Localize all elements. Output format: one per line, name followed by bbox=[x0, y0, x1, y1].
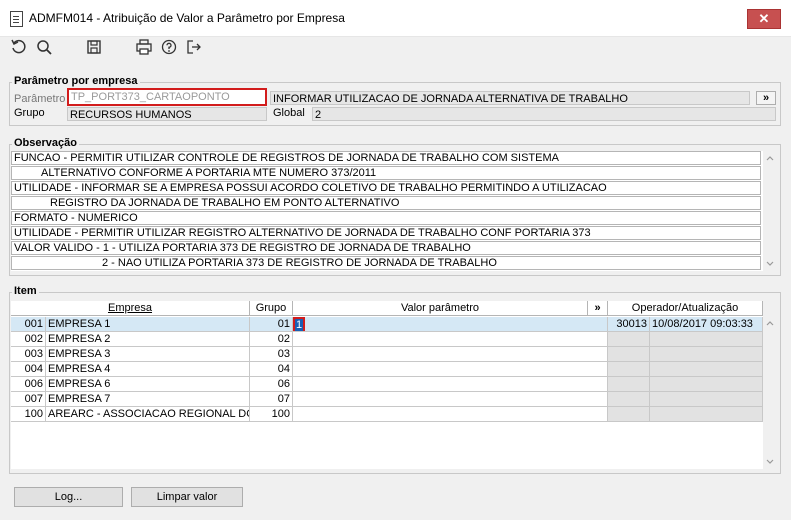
cell-operador bbox=[608, 362, 650, 377]
observacao-line: FUNCAO - PERMITIR UTILIZAR CONTROLE DE R… bbox=[11, 151, 761, 165]
toolbar bbox=[0, 37, 791, 61]
cell-empresa: EMPRESA 1 bbox=[46, 317, 250, 332]
cell-operador bbox=[608, 407, 650, 422]
log-button[interactable]: Log... bbox=[14, 487, 123, 507]
cell-cod: 006 bbox=[11, 377, 46, 392]
observacao-line: 2 - NAO UTILIZA PORTARIA 373 DE REGISTRO… bbox=[11, 256, 761, 270]
save-icon[interactable] bbox=[84, 37, 104, 57]
close-button[interactable]: ✕ bbox=[747, 9, 781, 29]
cell-data bbox=[650, 332, 763, 347]
search-icon[interactable] bbox=[34, 37, 54, 57]
cell-cod: 004 bbox=[11, 362, 46, 377]
header-valor[interactable]: Valor parâmetro bbox=[293, 301, 588, 316]
cell-data bbox=[650, 377, 763, 392]
print-icon[interactable] bbox=[134, 37, 154, 57]
limpar-valor-button[interactable]: Limpar valor bbox=[131, 487, 243, 507]
table-row[interactable]: 100 AREARC - ASSOCIACAO REGIONAL DOS 100 bbox=[11, 407, 763, 422]
table-row[interactable]: 006 EMPRESA 6 06 bbox=[11, 377, 763, 392]
cell-operador: 30013 bbox=[608, 317, 650, 332]
cell-cod: 003 bbox=[11, 347, 46, 362]
cell-valor-input[interactable] bbox=[293, 377, 608, 392]
cell-empresa: EMPRESA 2 bbox=[46, 332, 250, 347]
header-grupo[interactable]: Grupo bbox=[250, 301, 293, 316]
cell-grupo: 07 bbox=[250, 392, 293, 407]
help-icon[interactable] bbox=[159, 37, 179, 57]
cell-cod: 007 bbox=[11, 392, 46, 407]
global-label: Global bbox=[273, 107, 305, 119]
cell-grupo: 100 bbox=[250, 407, 293, 422]
observacao-line: UTILIDADE - PERMITIR UTILIZAR REGISTRO A… bbox=[11, 226, 761, 240]
cell-operador bbox=[608, 347, 650, 362]
header-operador[interactable]: Operador/Atualização bbox=[608, 301, 763, 316]
cell-operador bbox=[608, 392, 650, 407]
table-row[interactable]: 002 EMPRESA 2 02 bbox=[11, 332, 763, 347]
cell-data bbox=[650, 362, 763, 377]
window-title: ADMFM014 - Atribuição de Valor a Parâmet… bbox=[29, 11, 345, 25]
observacao-line: UTILIDADE - INFORMAR SE A EMPRESA POSSUI… bbox=[11, 181, 761, 195]
cell-operador bbox=[608, 332, 650, 347]
cell-operador bbox=[608, 377, 650, 392]
table-row[interactable]: 003 EMPRESA 3 03 bbox=[11, 347, 763, 362]
cell-valor-input[interactable] bbox=[293, 332, 608, 347]
title-bar: ADMFM014 - Atribuição de Valor a Parâmet… bbox=[0, 0, 791, 37]
cell-empresa: EMPRESA 6 bbox=[46, 377, 250, 392]
cell-grupo: 03 bbox=[250, 347, 293, 362]
parametro-field[interactable]: TP_PORT373_CARTAOPONTO bbox=[67, 88, 267, 106]
parametro-more-button[interactable]: » bbox=[756, 91, 776, 105]
cell-empresa: EMPRESA 7 bbox=[46, 392, 250, 407]
table-row[interactable]: 004 EMPRESA 4 04 bbox=[11, 362, 763, 377]
cell-empresa: EMPRESA 4 bbox=[46, 362, 250, 377]
param-group-title: Parâmetro por empresa bbox=[12, 75, 140, 87]
cell-valor-input[interactable] bbox=[293, 407, 608, 422]
table-row[interactable]: 001 EMPRESA 1 01 1 30013 10/08/2017 09:0… bbox=[11, 317, 763, 332]
table-row[interactable]: 007 EMPRESA 7 07 bbox=[11, 392, 763, 407]
observacao-line: REGISTRO DA JORNADA DE TRABALHO EM PONTO… bbox=[11, 196, 761, 210]
scroll-arrows-icon bbox=[766, 321, 774, 464]
header-empresa[interactable]: Empresa bbox=[11, 301, 250, 316]
item-grid: Empresa Grupo Valor parâmetro » Operador… bbox=[11, 301, 763, 469]
cell-data: 10/08/2017 09:03:33 bbox=[650, 317, 763, 332]
global-field: 2 bbox=[312, 107, 776, 121]
item-group-title: Item bbox=[12, 285, 39, 297]
document-icon bbox=[10, 11, 23, 27]
exit-icon[interactable] bbox=[184, 37, 204, 57]
observacao-list: FUNCAO - PERMITIR UTILIZAR CONTROLE DE R… bbox=[11, 151, 763, 271]
cell-valor-input[interactable] bbox=[293, 347, 608, 362]
cell-empresa: EMPRESA 3 bbox=[46, 347, 250, 362]
undo-icon[interactable] bbox=[8, 37, 28, 57]
grupo-field: RECURSOS HUMANOS bbox=[67, 107, 267, 121]
parametro-description: INFORMAR UTILIZACAO DE JORNADA ALTERNATI… bbox=[270, 91, 750, 105]
cell-grupo: 02 bbox=[250, 332, 293, 347]
observacao-line: FORMATO - NUMERICO bbox=[11, 211, 761, 225]
observacao-line: ALTERNATIVO CONFORME A PORTARIA MTE NUME… bbox=[11, 166, 761, 180]
cell-data bbox=[650, 407, 763, 422]
cell-valor-input[interactable] bbox=[293, 392, 608, 407]
parametro-label: Parâmetro bbox=[14, 93, 66, 105]
cell-empresa: AREARC - ASSOCIACAO REGIONAL DOS bbox=[46, 407, 250, 422]
cell-cod: 100 bbox=[11, 407, 46, 422]
cell-grupo: 06 bbox=[250, 377, 293, 392]
scroll-arrows-icon bbox=[766, 156, 774, 266]
observacao-scrollbar[interactable] bbox=[763, 151, 777, 271]
cell-data bbox=[650, 347, 763, 362]
observacao-line: VALOR VALIDO - 1 - UTILIZA PORTARIA 373 … bbox=[11, 241, 761, 255]
cell-valor-input[interactable] bbox=[293, 362, 608, 377]
valor-input-current[interactable]: 1 bbox=[293, 317, 305, 331]
item-grid-scrollbar[interactable] bbox=[763, 316, 777, 469]
cell-grupo: 04 bbox=[250, 362, 293, 377]
cell-data bbox=[650, 392, 763, 407]
cell-grupo: 01 bbox=[250, 317, 293, 332]
cell-cod: 001 bbox=[11, 317, 46, 332]
cell-cod: 002 bbox=[11, 332, 46, 347]
observacao-group-title: Observação bbox=[12, 137, 79, 149]
cell-valor-input[interactable]: 1 bbox=[293, 317, 608, 332]
header-more-button[interactable]: » bbox=[588, 301, 608, 316]
grupo-label: Grupo bbox=[14, 107, 45, 119]
